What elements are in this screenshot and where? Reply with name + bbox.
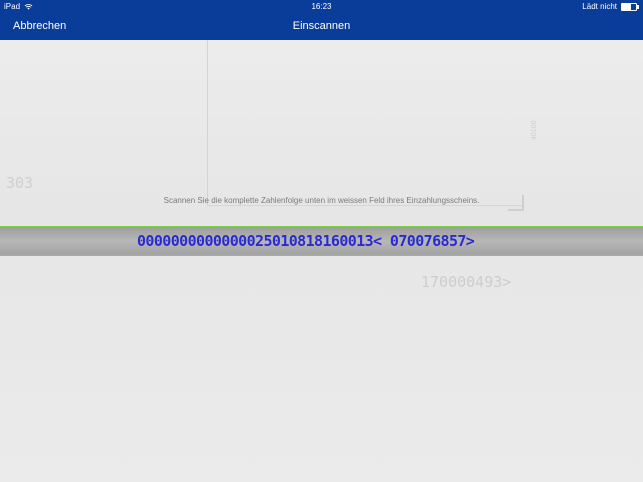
- scan-instruction: Scannen Sie die komplette Zahlenfolge un…: [163, 196, 480, 205]
- scan-band: 0000000000000025010818160013< 070076857>: [0, 226, 643, 256]
- charging-label: Lädt nicht: [582, 2, 617, 11]
- paper-edge-vertical: [207, 40, 208, 205]
- camera-view: 303 40100 Scannen Sie die komplette Zahl…: [0, 40, 643, 482]
- navigation-bar: Abbrechen Einscannen: [0, 13, 643, 40]
- status-right: Lädt nicht: [582, 2, 639, 11]
- background-side-number: 40100: [531, 120, 538, 140]
- paper-edge-horizontal: [207, 205, 522, 206]
- background-number-below: 170000493>: [421, 273, 512, 291]
- page-title: Einscannen: [292, 20, 351, 32]
- battery-icon: [621, 2, 639, 11]
- recognized-code: 0000000000000025010818160013< 070076857>: [137, 232, 475, 250]
- status-bar: iPad 16:23 Lädt nicht: [0, 0, 643, 13]
- status-time: 16:23: [311, 2, 332, 11]
- background-number-left: 303: [6, 174, 34, 192]
